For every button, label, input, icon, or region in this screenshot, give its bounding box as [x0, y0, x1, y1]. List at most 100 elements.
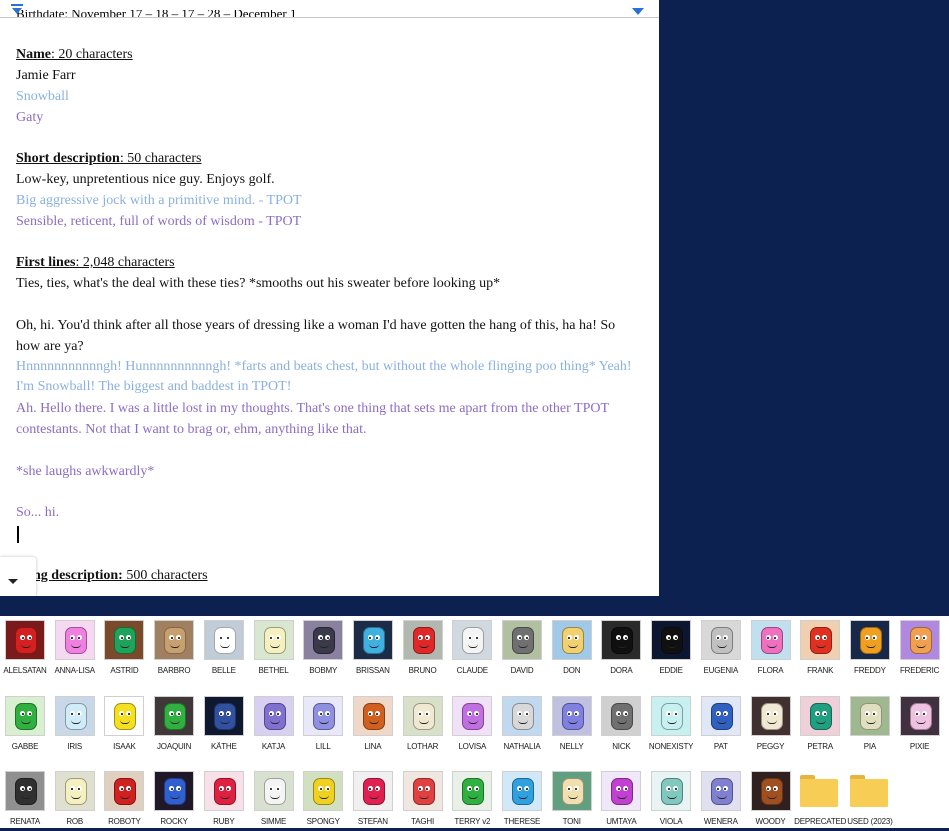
thumbnail	[601, 620, 642, 660]
image-file-item[interactable]: FREDERIC	[895, 620, 945, 680]
thumbnail	[203, 771, 244, 811]
eye	[76, 786, 82, 791]
thumbnail	[54, 771, 95, 811]
eye	[715, 711, 721, 716]
character-figure	[114, 778, 137, 805]
file-name-label: FREDERIC	[899, 666, 940, 675]
eye	[772, 635, 778, 640]
text-line: *she laughs awkwardly*	[16, 464, 155, 479]
character-figure	[760, 627, 783, 654]
thumbnail	[253, 771, 294, 811]
mouth	[269, 795, 280, 799]
eye	[524, 711, 529, 716]
character-figure	[64, 703, 87, 730]
text-line: Low-key, unpretentious nice guy. Enjoys …	[16, 172, 275, 187]
long-description-heading: ng description: 500 characters	[33, 565, 208, 586]
character-figure	[710, 703, 733, 730]
character-figure	[313, 627, 336, 654]
eye	[722, 786, 728, 791]
eye	[921, 635, 927, 640]
thumbnail	[5, 696, 45, 736]
character-figure	[213, 778, 236, 805]
character-figure	[313, 703, 336, 730]
field-label: Name	[16, 47, 51, 62]
thumbnail	[750, 696, 791, 736]
character-figure	[859, 627, 882, 654]
text-line: Sensible, reticent, full of words of wis…	[16, 214, 302, 229]
folder-item[interactable]: USED (2023)	[845, 771, 895, 831]
eye	[367, 786, 373, 791]
mouth	[418, 644, 429, 648]
eye	[722, 635, 728, 640]
character-figure	[512, 703, 534, 730]
eye	[765, 635, 771, 640]
page-break-line	[0, 17, 659, 18]
field-limit: 500 characters	[122, 568, 208, 583]
thumbnail	[601, 771, 642, 811]
thumbnail	[899, 620, 940, 660]
thumbnail	[402, 620, 443, 660]
eye	[566, 711, 572, 716]
character-figure	[263, 703, 286, 730]
character-figure	[661, 778, 684, 805]
image-file-item[interactable]: PIXIE	[895, 696, 945, 756]
thumbnail	[154, 696, 195, 736]
thumbnail	[253, 696, 294, 736]
character-figure	[64, 778, 87, 805]
eye	[69, 711, 75, 716]
eye	[218, 635, 224, 640]
thumbnail	[502, 620, 542, 660]
character-figure	[561, 703, 584, 730]
eye	[218, 711, 224, 716]
thumbnail	[54, 696, 95, 736]
thumbnail	[849, 696, 890, 736]
eye	[417, 635, 423, 640]
character-figure	[710, 778, 733, 805]
mouth	[915, 720, 926, 724]
field-limit: : 2,048 characters	[75, 255, 175, 270]
thumbnail	[154, 771, 195, 811]
eye	[765, 786, 771, 791]
eye	[374, 786, 380, 791]
text-line: Ties, ties, what's the deal with these t…	[16, 276, 501, 291]
field-label: ng description:	[33, 568, 123, 583]
chevron-down-icon[interactable]	[631, 6, 645, 16]
eye	[218, 786, 224, 791]
document-page[interactable]: Birthdate: November 17 – 18 – 17 – 28 – …	[0, 0, 659, 596]
character-figure	[561, 627, 584, 654]
thumbnail	[452, 620, 493, 660]
character-figure	[661, 627, 684, 654]
folder-icon	[849, 775, 888, 807]
mouth	[269, 720, 280, 724]
thumbnail	[551, 771, 592, 811]
character-figure	[810, 627, 833, 654]
thumbnail	[651, 620, 692, 660]
text-line: Snowball	[16, 89, 69, 104]
eye	[76, 711, 82, 716]
eye	[417, 786, 423, 791]
character-figure	[611, 703, 634, 730]
thumbnail	[352, 771, 393, 811]
character-figure	[412, 778, 435, 805]
eye	[275, 635, 281, 640]
file-explorer-grid: ALELSATAN ANNA-LISA ASTRID BARBRO BELLE BETHE…	[0, 616, 949, 828]
text-paragraph: Ah. Hello there. I was a little lost in …	[16, 401, 609, 437]
text-paragraph: Hnnnnnnnnnnngh! Hunnnnnnnnnngh! *farts a…	[16, 359, 632, 394]
thumbnail	[154, 620, 195, 660]
thumbnail	[750, 771, 791, 811]
character-figure	[810, 703, 833, 730]
character-figure	[512, 627, 534, 654]
thumbnail	[303, 620, 344, 660]
eye	[225, 786, 231, 791]
character-figure	[164, 703, 187, 730]
page-menu-tab[interactable]	[0, 557, 36, 596]
character-figure	[412, 703, 435, 730]
thumbnail	[5, 771, 45, 811]
collapse-toggle-icon[interactable]	[10, 3, 24, 17]
eye	[367, 711, 373, 716]
character-figure	[114, 703, 137, 730]
thumbnail	[849, 620, 890, 660]
thumbnail	[700, 771, 741, 811]
eye	[20, 786, 25, 791]
file-name-label: PIXIE	[909, 742, 930, 751]
